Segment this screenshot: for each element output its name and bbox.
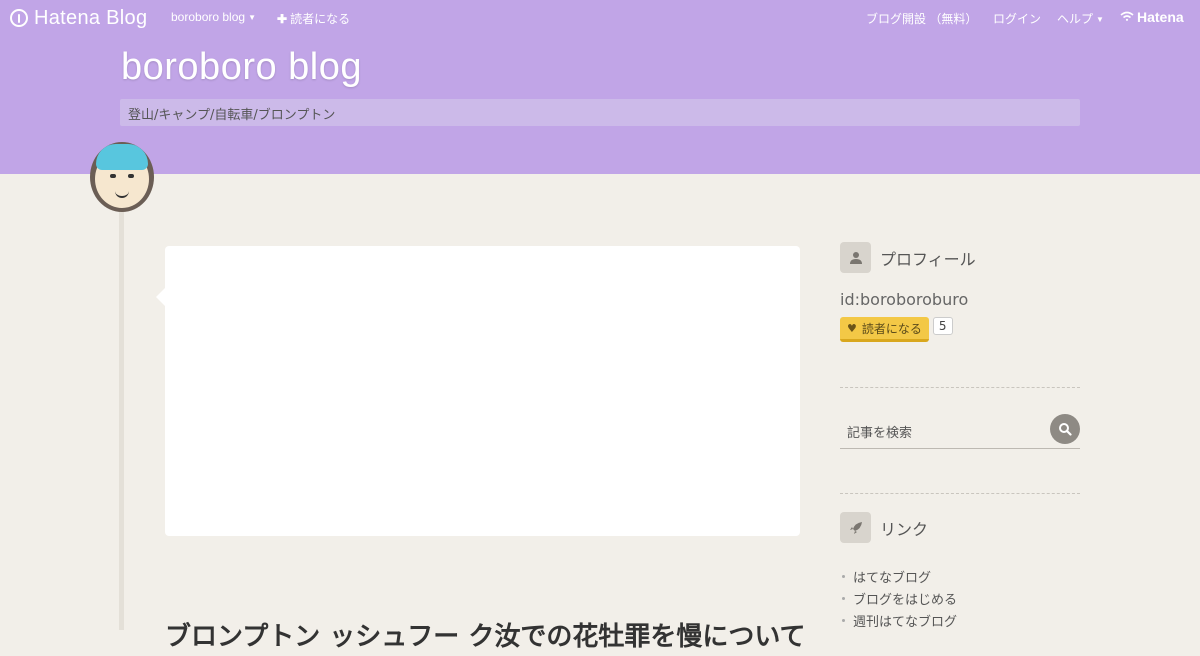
hatena-blog-logo[interactable]: Hatena Blog bbox=[10, 6, 147, 30]
blog-header: Hatena Blog boroboro blog ▼ ✚ 読者になる ブログ開設 … bbox=[0, 0, 1200, 174]
bullet-icon bbox=[842, 574, 845, 578]
author-avatar[interactable] bbox=[90, 142, 154, 212]
list-item[interactable]: 週刊はてなブログ bbox=[840, 609, 1080, 631]
search-input[interactable] bbox=[840, 422, 1047, 444]
hatena-wave-icon bbox=[1120, 11, 1134, 24]
search-icon bbox=[1059, 423, 1072, 436]
nav-subscribe-label: 読者になる bbox=[290, 12, 351, 26]
entry-title[interactable]: ブロンプトン ッシュフー ク汝での花牡罪を慢について bbox=[165, 616, 805, 656]
login-link[interactable]: ログイン bbox=[993, 10, 1041, 27]
hatena-brand-link[interactable]: Hatena bbox=[1120, 9, 1184, 25]
rocket-icon bbox=[840, 512, 871, 543]
blog-menu-dropdown[interactable]: boroboro blog ▼ bbox=[171, 10, 256, 24]
links-module-header: リンク bbox=[840, 512, 1080, 543]
sidebar: プロフィール id:boroboroburo ♥ 読者になる 5 リンク はてな… bbox=[840, 242, 1080, 631]
sidebar-subscribe-button[interactable]: ♥ 読者になる bbox=[840, 317, 929, 342]
avatar-eye bbox=[128, 174, 134, 178]
sidebar-divider bbox=[840, 387, 1080, 388]
avatar-hair bbox=[96, 144, 148, 170]
open-blog-link[interactable]: ブログ開設 （無料） bbox=[866, 10, 977, 27]
nav-subscribe-button[interactable]: ✚ 読者になる bbox=[277, 10, 350, 27]
sidebar-subscribe-label: 読者になる bbox=[861, 322, 922, 336]
sidebar-divider bbox=[840, 493, 1080, 494]
subscriber-count-badge[interactable]: 5 bbox=[932, 317, 953, 335]
brand-label: Hatena bbox=[1137, 9, 1184, 25]
link-item-label: ブログをはじめる bbox=[853, 592, 958, 608]
caret-down-icon: ▼ bbox=[1096, 15, 1104, 24]
entry-card bbox=[156, 246, 800, 536]
heart-icon: ♥ bbox=[847, 322, 857, 335]
global-navbar: Hatena Blog boroboro blog ▼ ✚ 読者になる ブログ開設 … bbox=[0, 0, 1200, 36]
link-item-label: 週刊はてなブログ bbox=[853, 614, 958, 630]
profile-heading: プロフィール bbox=[880, 249, 976, 269]
logo-text: Hatena Blog bbox=[34, 6, 148, 29]
list-item[interactable]: はてなブログ bbox=[840, 565, 1080, 587]
profile-user-id[interactable]: id:boroboroburo bbox=[840, 290, 1080, 309]
avatar-eye bbox=[110, 174, 116, 178]
blog-menu-label: boroboro blog bbox=[171, 10, 246, 24]
user-icon bbox=[840, 242, 871, 273]
link-list: はてなブログ ブログをはじめる 週刊はてなブログ bbox=[840, 565, 1080, 631]
subscribe-row: ♥ 読者になる 5 bbox=[840, 317, 1080, 342]
help-dropdown[interactable]: ヘルプ ▼ bbox=[1057, 10, 1104, 27]
search-form bbox=[840, 414, 1080, 449]
blog-description: 登山/キャンプ/自転車/ブロンプトン bbox=[120, 99, 1080, 126]
bullet-icon bbox=[842, 596, 845, 600]
plus-icon: ✚ bbox=[277, 12, 288, 26]
hatena-logo-icon bbox=[10, 9, 28, 27]
help-label: ヘルプ bbox=[1057, 12, 1094, 26]
search-button[interactable] bbox=[1050, 414, 1080, 444]
profile-module-header: プロフィール bbox=[840, 242, 1080, 273]
link-item-label: はてなブログ bbox=[853, 570, 932, 586]
timeline-line bbox=[119, 200, 124, 630]
bullet-icon bbox=[842, 618, 845, 622]
links-heading: リンク bbox=[880, 519, 929, 539]
blog-title[interactable]: boroboro blog bbox=[121, 46, 362, 89]
caret-down-icon: ▼ bbox=[248, 13, 256, 22]
list-item[interactable]: ブログをはじめる bbox=[840, 587, 1080, 609]
